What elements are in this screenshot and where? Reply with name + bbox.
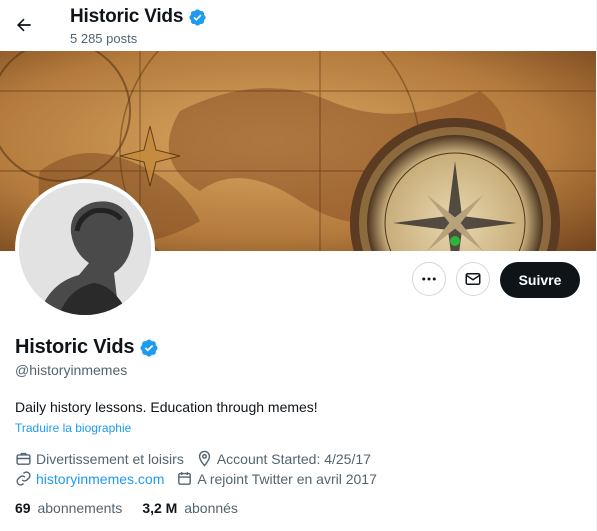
arrow-left-icon <box>16 18 31 32</box>
profile-meta-row-2: historyinmemes.com A rejoint Twitter en … <box>15 470 389 487</box>
more-icon <box>422 277 436 281</box>
message-button[interactable] <box>456 262 490 296</box>
header-name: Historic Vids <box>70 6 184 27</box>
followers-link[interactable]: 3,2 M abonnés <box>142 500 238 516</box>
profile-meta-row-1: Divertissement et loisirs Account Starte… <box>15 450 383 467</box>
followers-count: 3,2 M <box>142 500 178 516</box>
verified-badge-icon <box>140 338 158 357</box>
avatar[interactable] <box>15 179 155 319</box>
following-count: 69 <box>15 500 31 516</box>
more-button[interactable] <box>412 262 446 296</box>
back-button[interactable] <box>8 9 40 41</box>
profile-bio: Daily history lessons. Education through… <box>15 399 318 415</box>
following-link[interactable]: 69 abonnements <box>15 500 122 516</box>
location-item: Account Started: 4/25/17 <box>196 450 371 467</box>
location-pin-icon <box>198 450 210 467</box>
profile-name: Historic Vids <box>15 336 135 358</box>
profile-name-row: Historic Vids <box>15 336 159 359</box>
verified-badge-icon <box>189 8 206 26</box>
following-label: abonnements <box>37 500 123 516</box>
translate-bio-link[interactable]: Traduire la biographie <box>15 421 131 435</box>
category-item: Divertissement et loisirs <box>15 450 184 467</box>
follow-stats: 69 abonnements 3,2 M abonnés <box>15 500 258 516</box>
follow-button[interactable]: Suivre <box>500 262 580 298</box>
joined-item: A rejoint Twitter en avril 2017 <box>176 470 377 487</box>
calendar-icon <box>178 472 192 485</box>
profile-handle: @historyinmemes <box>15 362 128 378</box>
website-link[interactable]: historyinmemes.com <box>36 471 164 487</box>
posts-count: 5 285 posts <box>70 31 138 46</box>
category-label: Divertissement et loisirs <box>36 450 184 467</box>
mail-icon <box>465 273 481 285</box>
website-item: historyinmemes.com <box>15 470 164 487</box>
top-bar: Historic Vids 5 285 posts <box>0 0 597 51</box>
link-icon <box>16 471 31 486</box>
header-title: Historic Vids <box>70 6 207 28</box>
followers-label: abonnés <box>184 500 238 516</box>
location-label: Account Started: 4/25/17 <box>216 450 371 467</box>
briefcase-icon <box>16 452 31 465</box>
joined-label: A rejoint Twitter en avril 2017 <box>197 470 377 487</box>
